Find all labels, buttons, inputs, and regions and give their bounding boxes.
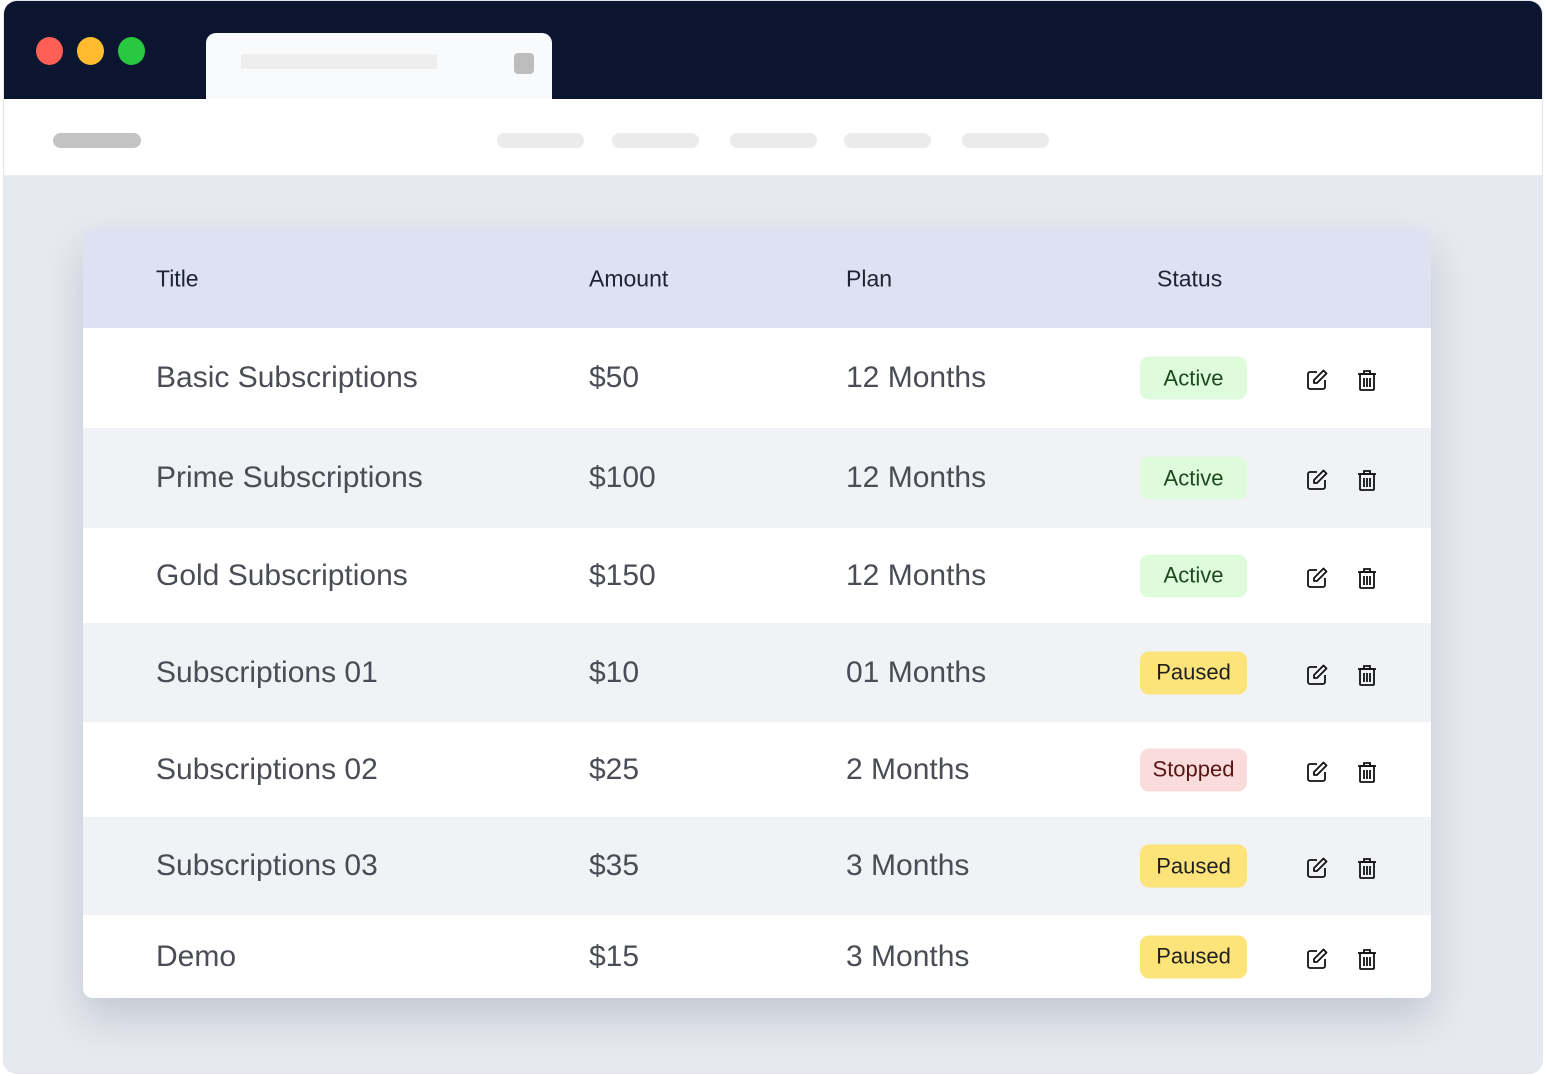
nav-item-placeholder[interactable] (962, 133, 1049, 148)
row-amount: $10 (589, 655, 640, 689)
table-row: Gold Subscriptions $150 12 Months Active (83, 528, 1431, 623)
row-amount: $150 (589, 558, 656, 592)
tab-title-placeholder (241, 54, 437, 69)
table-row: Subscriptions 03 $35 3 Months Paused (83, 817, 1431, 915)
logo-placeholder (53, 133, 141, 148)
edit-icon[interactable] (1305, 366, 1329, 390)
browser-window: Title Amount Plan Status Basic Subscript… (3, 0, 1543, 1074)
table-row: Basic Subscriptions $50 12 Months Active (83, 328, 1431, 428)
status-badge: Stopped (1140, 748, 1247, 791)
trash-icon[interactable] (1355, 758, 1379, 783)
table-row: Demo $15 3 Months Paused (83, 915, 1431, 998)
table-row: Prime Subscriptions $100 12 Months Activ… (83, 428, 1431, 528)
row-amount: $50 (589, 361, 640, 394)
nav-bar (4, 99, 1542, 176)
edit-icon[interactable] (1305, 854, 1329, 878)
table-row: Subscriptions 01 $10 01 Months Paused (83, 623, 1431, 722)
status-badge: Active (1140, 356, 1247, 400)
row-amount: $100 (589, 461, 656, 494)
row-plan: 12 Months (846, 361, 987, 394)
edit-icon[interactable] (1305, 466, 1329, 490)
tab-close-button[interactable] (514, 53, 534, 74)
row-amount: $15 (589, 939, 640, 973)
nav-item-placeholder[interactable] (844, 133, 931, 148)
row-title: Subscriptions 01 (156, 655, 378, 689)
status-badge: Active (1140, 554, 1247, 597)
row-amount: $25 (589, 752, 640, 786)
nav-item-placeholder[interactable] (730, 133, 817, 148)
status-badge: Active (1140, 456, 1247, 500)
row-title: Basic Subscriptions (156, 361, 418, 394)
trash-icon[interactable] (1355, 945, 1379, 970)
row-plan: 3 Months (846, 849, 970, 882)
maximize-window-button[interactable] (118, 37, 145, 65)
close-window-button[interactable] (36, 37, 63, 65)
edit-icon[interactable] (1305, 564, 1329, 588)
edit-icon[interactable] (1305, 945, 1329, 969)
row-plan: 12 Months (846, 558, 987, 592)
row-title: Gold Subscriptions (156, 558, 408, 592)
row-plan: 3 Months (846, 939, 970, 973)
trash-icon[interactable] (1355, 366, 1379, 391)
table-header: Title Amount Plan Status (83, 229, 1431, 328)
row-title: Subscriptions 03 (156, 849, 378, 882)
nav-item-placeholder[interactable] (497, 133, 584, 148)
header-plan[interactable]: Plan (846, 265, 892, 292)
trash-icon[interactable] (1355, 661, 1379, 686)
row-plan: 12 Months (846, 461, 987, 494)
header-title[interactable]: Title (156, 265, 199, 292)
minimize-window-button[interactable] (77, 37, 104, 65)
nav-item-placeholder[interactable] (612, 133, 699, 148)
row-title: Demo (156, 939, 237, 973)
table-row: Subscriptions 02 $25 2 Months Stopped (83, 722, 1431, 817)
row-title: Subscriptions 02 (156, 752, 378, 786)
header-amount[interactable]: Amount (589, 265, 668, 292)
row-plan: 2 Months (846, 752, 970, 786)
trash-icon[interactable] (1355, 854, 1379, 879)
browser-tab[interactable] (206, 33, 552, 105)
status-badge: Paused (1140, 844, 1247, 888)
row-amount: $35 (589, 849, 640, 882)
trash-icon[interactable] (1355, 564, 1379, 589)
subscriptions-table: Title Amount Plan Status Basic Subscript… (83, 229, 1431, 998)
row-plan: 01 Months (846, 655, 987, 689)
status-badge: Paused (1140, 651, 1247, 694)
trash-icon[interactable] (1355, 466, 1379, 491)
edit-icon[interactable] (1305, 661, 1329, 685)
status-badge: Paused (1140, 935, 1247, 978)
header-status[interactable]: Status (1157, 265, 1222, 292)
edit-icon[interactable] (1305, 758, 1329, 782)
row-title: Prime Subscriptions (156, 461, 423, 494)
title-bar (4, 1, 1542, 105)
